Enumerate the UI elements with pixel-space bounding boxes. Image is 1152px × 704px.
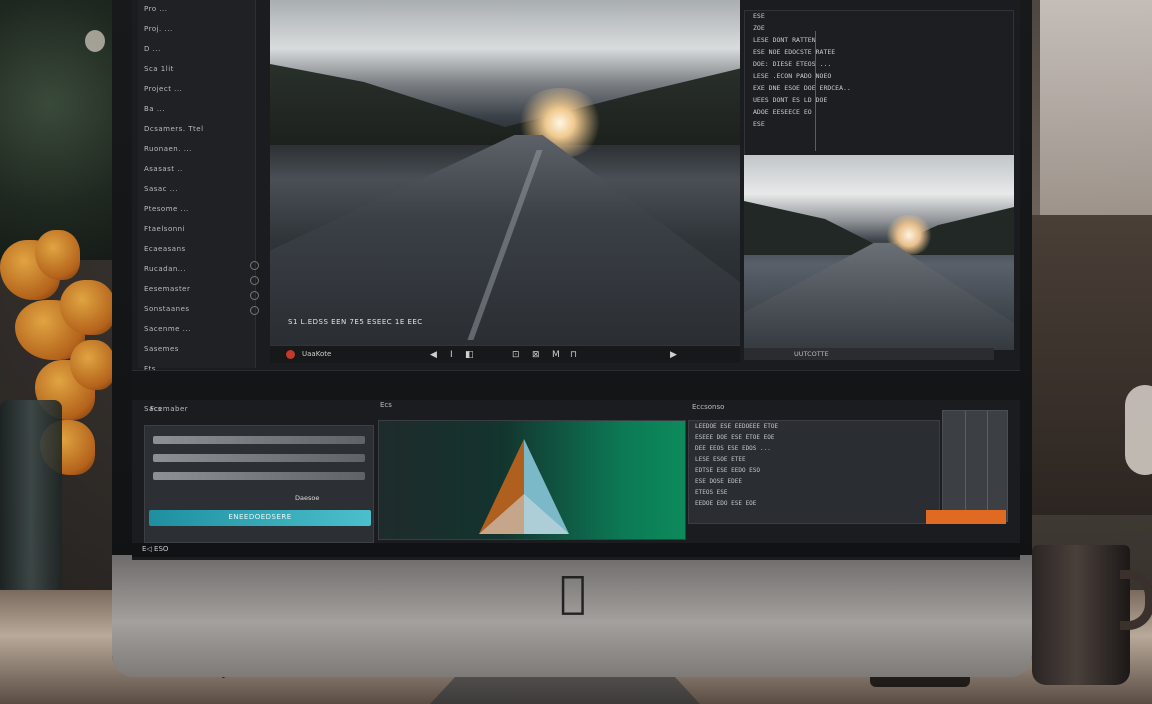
panel-item[interactable]: Ftaelsonni: [144, 225, 255, 240]
console-line: LESE ESOE ETEE: [695, 456, 746, 463]
console-line: LEEDOE ESE EEDOEEE ETOE: [695, 423, 779, 430]
panel-item[interactable]: Proj. ...: [144, 25, 255, 40]
apply-button[interactable]: ENEEDOEDSERE: [149, 510, 371, 526]
bottom-tabs: Fcs Ecs Eccsonso: [132, 370, 1020, 413]
code-panel: ESE ZOE LESE DONT RATTEN ESE NOE EDOCSTE RA…: [744, 10, 1014, 162]
panel-item[interactable]: Sca 1lit: [144, 65, 255, 80]
tab-editor[interactable]: Ecs: [380, 401, 392, 409]
effects-panel: Daesoe ENEEDOEDSERE: [144, 425, 374, 543]
preview-timebar[interactable]: UUTCOTTE: [744, 348, 994, 360]
console-line: ESEEE DOE ESE ETOE EOE: [695, 434, 775, 441]
panel-item[interactable]: Project ...: [144, 85, 255, 100]
effect-slider[interactable]: [153, 454, 365, 462]
effect-slider[interactable]: [153, 472, 365, 480]
triangle-logo-icon: [479, 439, 569, 534]
console-line: ETEOS ESE: [695, 489, 728, 496]
code-line: LESE DONT RATTEN: [753, 36, 816, 44]
apply-button-label: ENEEDOEDSERE: [228, 513, 292, 521]
render-progress-bar[interactable]: [926, 510, 1006, 524]
viewer-caption: S1 L.EDSS EEN 7E5 ESEEC 1E EEC: [288, 318, 423, 326]
code-line: EXE DNE ESOE DOE ERDCEA..: [753, 84, 851, 92]
code-line: ESE: [753, 120, 765, 128]
panel-item[interactable]: Pro ...: [144, 5, 255, 20]
code-line: LESE .ECON PADO NOEO: [753, 72, 832, 80]
code-line: ESE: [753, 12, 765, 20]
code-line: ZOE: [753, 24, 765, 32]
transport-control-7[interactable]: ▶: [670, 349, 677, 361]
status-strip: E◁ ESO: [132, 543, 1020, 557]
console-scrollbar[interactable]: [942, 410, 1008, 523]
console-line: DEE EEOS ESE EDOS ...: [695, 445, 771, 452]
panel-item[interactable]: Asasast ..: [144, 165, 255, 180]
tool-icon[interactable]: [250, 291, 259, 300]
photo-scene:  Pro ... Proj. ... D ... Sca 1lit Project .…: [0, 0, 1152, 704]
background-plant: [0, 0, 125, 260]
effects-caption: Daesoe: [295, 494, 320, 502]
tool-icon[interactable]: [250, 276, 259, 285]
panel-item[interactable]: Sasemes: [144, 345, 255, 360]
background-object: [1125, 385, 1152, 475]
scroll-divider: [965, 411, 966, 523]
transport-control-0[interactable]: ◀: [430, 349, 437, 361]
panel-item[interactable]: D ...: [144, 45, 255, 60]
panel-item[interactable]: Sasac ...: [144, 185, 255, 200]
program-monitor[interactable]: S1 L.EDSS EEN 7E5 ESEEC 1E EEC: [270, 0, 740, 345]
panel-item[interactable]: Sonstaanes: [144, 305, 255, 320]
transport-control-3[interactable]: ⊡: [512, 349, 520, 361]
panel-item[interactable]: Dcsamers. Ttel: [144, 125, 255, 140]
effect-slider[interactable]: [153, 436, 365, 444]
flower-petal: [35, 230, 80, 280]
bokeh-light: [85, 30, 105, 52]
record-icon[interactable]: [286, 350, 295, 359]
console-line: EEDOE EDO ESE EOE: [695, 500, 757, 507]
tool-icon[interactable]: [250, 261, 259, 270]
viewer-hills: [270, 64, 740, 145]
tool-strip: [250, 255, 262, 345]
transport-control-4[interactable]: ⊠: [532, 349, 540, 361]
code-line: DOE: DIESE ETEOS ...: [753, 60, 832, 68]
panel-item[interactable]: Rucadan...: [144, 265, 255, 280]
panel-item[interactable]: Ba ...: [144, 105, 255, 120]
transport-control-5[interactable]: M: [552, 349, 560, 361]
transport-control-2[interactable]: ◧: [465, 349, 474, 361]
transport-control-1[interactable]: I: [450, 349, 453, 361]
apple-logo-icon: : [553, 568, 593, 618]
flower-petal: [70, 340, 115, 390]
monitor-screen: Pro ... Proj. ... D ... Sca 1lit Project ...…: [132, 0, 1020, 560]
coffee-mug: [1032, 545, 1130, 685]
tool-icon[interactable]: [250, 306, 259, 315]
console-line: ESE DOSE EDEE: [695, 478, 742, 485]
background-window: [1040, 0, 1152, 215]
panel-item[interactable]: Ecaeasans: [144, 245, 255, 260]
console-panel: LEEDOE ESE EEDOEEE ETOE ESEEE DOE ESE ETO…: [688, 420, 940, 524]
vase: [0, 400, 62, 590]
transport-control-6[interactable]: ⊓: [570, 349, 577, 361]
code-line: ESE NOE EDOCSTE RATEE: [753, 48, 836, 56]
code-gutter: [815, 31, 816, 151]
source-preview[interactable]: [744, 155, 1014, 350]
console-line: EDTSE ESE EEDO ESO: [695, 467, 761, 474]
mug-handle: [1120, 570, 1152, 630]
code-line: UEES DONT ES LD DOE: [753, 96, 828, 104]
panel-item[interactable]: Ptesome ...: [144, 205, 255, 220]
code-line: ADOE EESEECE EO: [753, 108, 812, 116]
preview-bar-text: UUTCOTTE: [794, 350, 829, 358]
status-text: E◁ ESO: [142, 545, 169, 553]
panel-item[interactable]: Ruonaen. ...: [144, 145, 255, 160]
preview-road: [744, 243, 1014, 350]
logo-preview[interactable]: [378, 420, 686, 540]
project-panel: Pro ... Proj. ... D ... Sca 1lit Project ...…: [138, 0, 256, 413]
panel-item[interactable]: Sacenme ...: [144, 325, 255, 340]
tab-console[interactable]: Eccsonso: [692, 403, 724, 411]
panel-item[interactable]: Eesemaster: [144, 285, 255, 300]
transport-bar: UaaKote ◀ I ◧ ⊡ ⊠ M ⊓ ▶: [270, 345, 740, 363]
scroll-divider: [987, 411, 988, 523]
tab-effects[interactable]: Fcs: [150, 405, 162, 413]
transport-label: UaaKote: [302, 350, 332, 358]
